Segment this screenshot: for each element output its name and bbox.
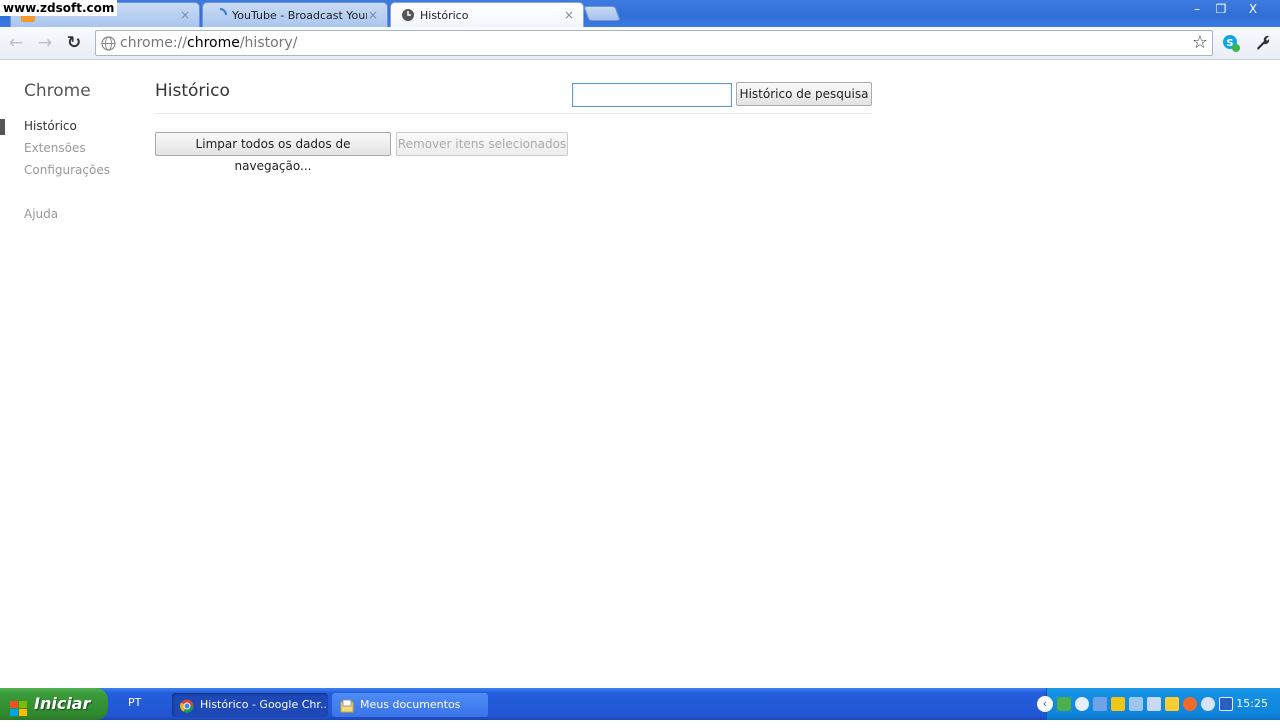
system-tray: ‹ 15:25 — [1037, 688, 1280, 720]
start-button[interactable]: Iniciar — [0, 688, 108, 720]
network-icon[interactable] — [1057, 697, 1071, 711]
loading-spinner-icon — [213, 8, 227, 22]
sidebar-item-ajuda[interactable]: Ajuda — [24, 207, 58, 221]
show-hidden-icons-icon[interactable]: ‹ — [1037, 696, 1053, 712]
language-indicator[interactable]: PT — [128, 696, 141, 709]
moon-icon[interactable] — [1075, 697, 1089, 711]
search-history-button[interactable]: Histórico de pesquisa — [736, 82, 872, 106]
minimize-button[interactable]: – — [1184, 1, 1210, 19]
clock-icon — [401, 8, 415, 22]
globe-icon — [101, 36, 116, 51]
close-tab-icon[interactable]: × — [367, 8, 379, 22]
taskbar-item-documents[interactable]: Meus documentos — [332, 693, 488, 717]
wrench-icon[interactable] — [1253, 33, 1273, 53]
url-path: /history/ — [239, 35, 298, 51]
users-icon[interactable] — [1129, 697, 1143, 711]
reload-button[interactable]: ↻ — [64, 33, 84, 53]
address-bar[interactable]: chrome://chrome/history/ ☆ — [95, 30, 1213, 56]
display-icon[interactable] — [1093, 697, 1107, 711]
taskbar-item-label: Histórico - Google Chr... — [200, 698, 328, 711]
taskbar-item-chrome[interactable]: Histórico - Google Chr... — [172, 693, 328, 717]
start-label: Iniciar — [34, 694, 91, 713]
page-title: Histórico — [155, 81, 230, 101]
selected-item-marker — [0, 119, 5, 135]
monitor-icon[interactable] — [1219, 697, 1233, 711]
new-tab-button[interactable] — [583, 6, 621, 21]
close-window-button[interactable]: X — [1240, 1, 1266, 19]
window-titlebar: www.zdsoft.com × YouTube - Broadcast You… — [0, 0, 1280, 27]
skype-extension-icon[interactable]: S — [1221, 33, 1241, 53]
history-search-input[interactable] — [572, 83, 732, 107]
header-divider — [155, 113, 872, 114]
folder-icon — [340, 698, 354, 713]
clock: 15:25 — [1236, 697, 1268, 710]
windows-logo-icon — [10, 696, 28, 716]
tab-historico[interactable]: Histórico × — [390, 2, 584, 27]
sidebar-item-extensoes[interactable]: Extensões — [24, 141, 86, 155]
star-icon[interactable] — [1147, 697, 1161, 711]
warning-icon[interactable] — [1165, 697, 1179, 711]
tab-youtube[interactable]: YouTube - Broadcast Yourself × — [202, 2, 388, 27]
clear-browsing-data-button[interactable]: Limpar todos os dados de navegação... — [155, 132, 391, 173]
close-tab-icon[interactable]: × — [563, 8, 575, 22]
firefox-icon[interactable] — [1183, 697, 1197, 711]
url-text[interactable]: chrome://chrome/history/ — [120, 31, 297, 55]
taskbar: Iniciar PT Histórico - Google Chr... Meu… — [0, 688, 1280, 720]
url-host: chrome — [187, 35, 240, 51]
tab-title: YouTube - Broadcast Yourself — [232, 8, 367, 22]
tab-title: Histórico — [420, 8, 469, 22]
remove-selected-button[interactable]: Remover itens selecionados — [396, 132, 568, 156]
watermark-text: www.zdsoft.com — [0, 0, 118, 16]
taskbar-item-label: Meus documentos — [360, 698, 461, 711]
close-tab-icon[interactable]: × — [179, 8, 191, 22]
restore-button[interactable]: ❐ — [1208, 1, 1234, 19]
sidebar-title: Chrome — [24, 81, 91, 101]
browser-toolbar: ← → ↻ chrome://chrome/history/ ☆ S — [0, 27, 1280, 60]
shield-icon[interactable] — [1111, 697, 1125, 711]
sidebar-item-configuracoes[interactable]: Configurações — [24, 163, 110, 177]
url-scheme: chrome:// — [120, 35, 187, 51]
audio-icon[interactable] — [1201, 697, 1215, 711]
forward-button[interactable]: → — [35, 33, 55, 53]
bookmark-star-icon[interactable]: ☆ — [1192, 33, 1208, 53]
back-button[interactable]: ← — [6, 33, 26, 53]
chrome-icon — [180, 698, 194, 713]
sidebar-item-historico[interactable]: Histórico — [24, 119, 77, 133]
